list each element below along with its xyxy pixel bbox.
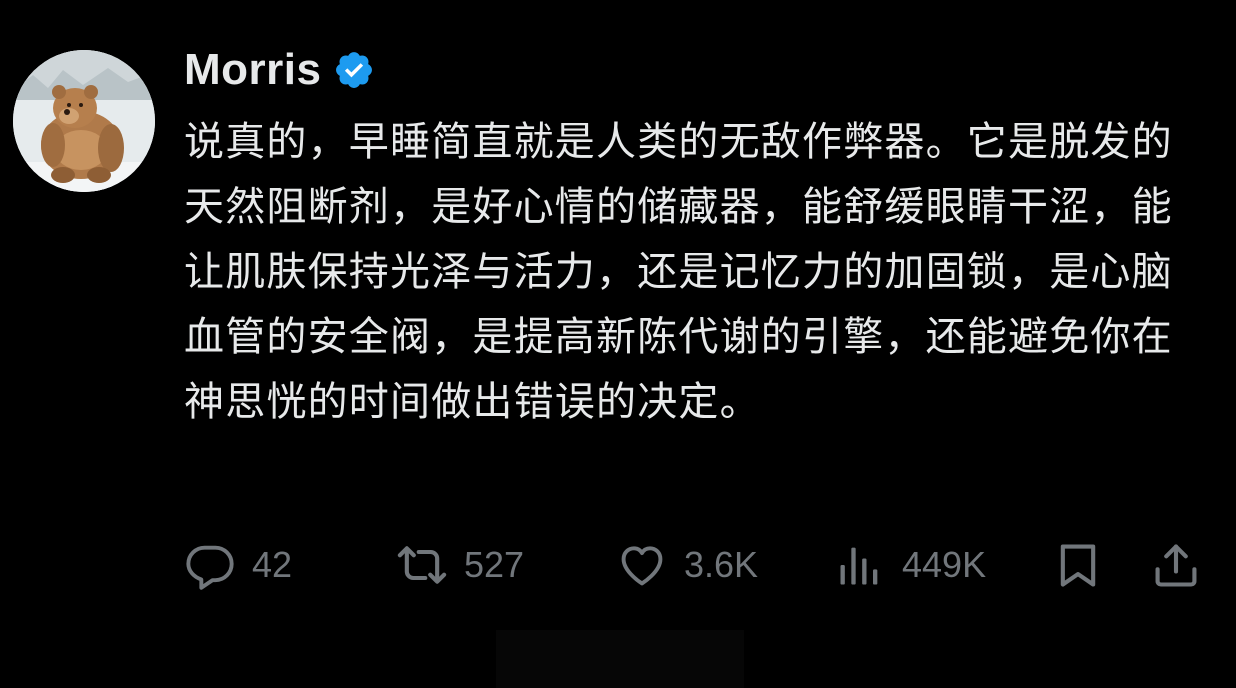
- tweet-actions: 42 527 3.6K 449K: [184, 536, 1204, 594]
- like-button[interactable]: 3.6K: [616, 536, 758, 594]
- background-strip: [496, 630, 744, 688]
- bookmark-icon: [1060, 544, 1096, 587]
- tweet-text: 说真的，早睡简直就是人类的无敌作弊器。它是脱发的天然阻断剂，是好心情的储藏器，能…: [184, 119, 1173, 425]
- retweet-count: 527: [464, 544, 525, 585]
- tweet: Morris 说真的，早睡简直就是人类的无敌作弊器。它是脱发的天然阻断剂，是好心…: [0, 0, 1236, 688]
- reply-icon: [186, 545, 234, 590]
- avatar[interactable]: [13, 50, 155, 192]
- bookmark-button[interactable]: [1052, 536, 1104, 594]
- views-button[interactable]: 449K: [834, 536, 986, 594]
- reply-count: 42: [252, 544, 293, 585]
- retweet-button[interactable]: 527: [396, 536, 524, 594]
- heart-icon: [621, 546, 663, 586]
- views-count: 449K: [902, 544, 987, 585]
- verified-badge-icon: [333, 49, 375, 91]
- share-icon: [1155, 544, 1197, 587]
- reply-button[interactable]: 42: [184, 536, 292, 594]
- like-count: 3.6K: [684, 544, 759, 585]
- bear-avatar-image: [13, 50, 155, 192]
- retweet-icon: [397, 546, 447, 584]
- tweet-header: Morris: [184, 40, 375, 100]
- share-button[interactable]: [1150, 536, 1202, 594]
- views-icon: [840, 547, 878, 585]
- display-name[interactable]: Morris: [184, 45, 321, 95]
